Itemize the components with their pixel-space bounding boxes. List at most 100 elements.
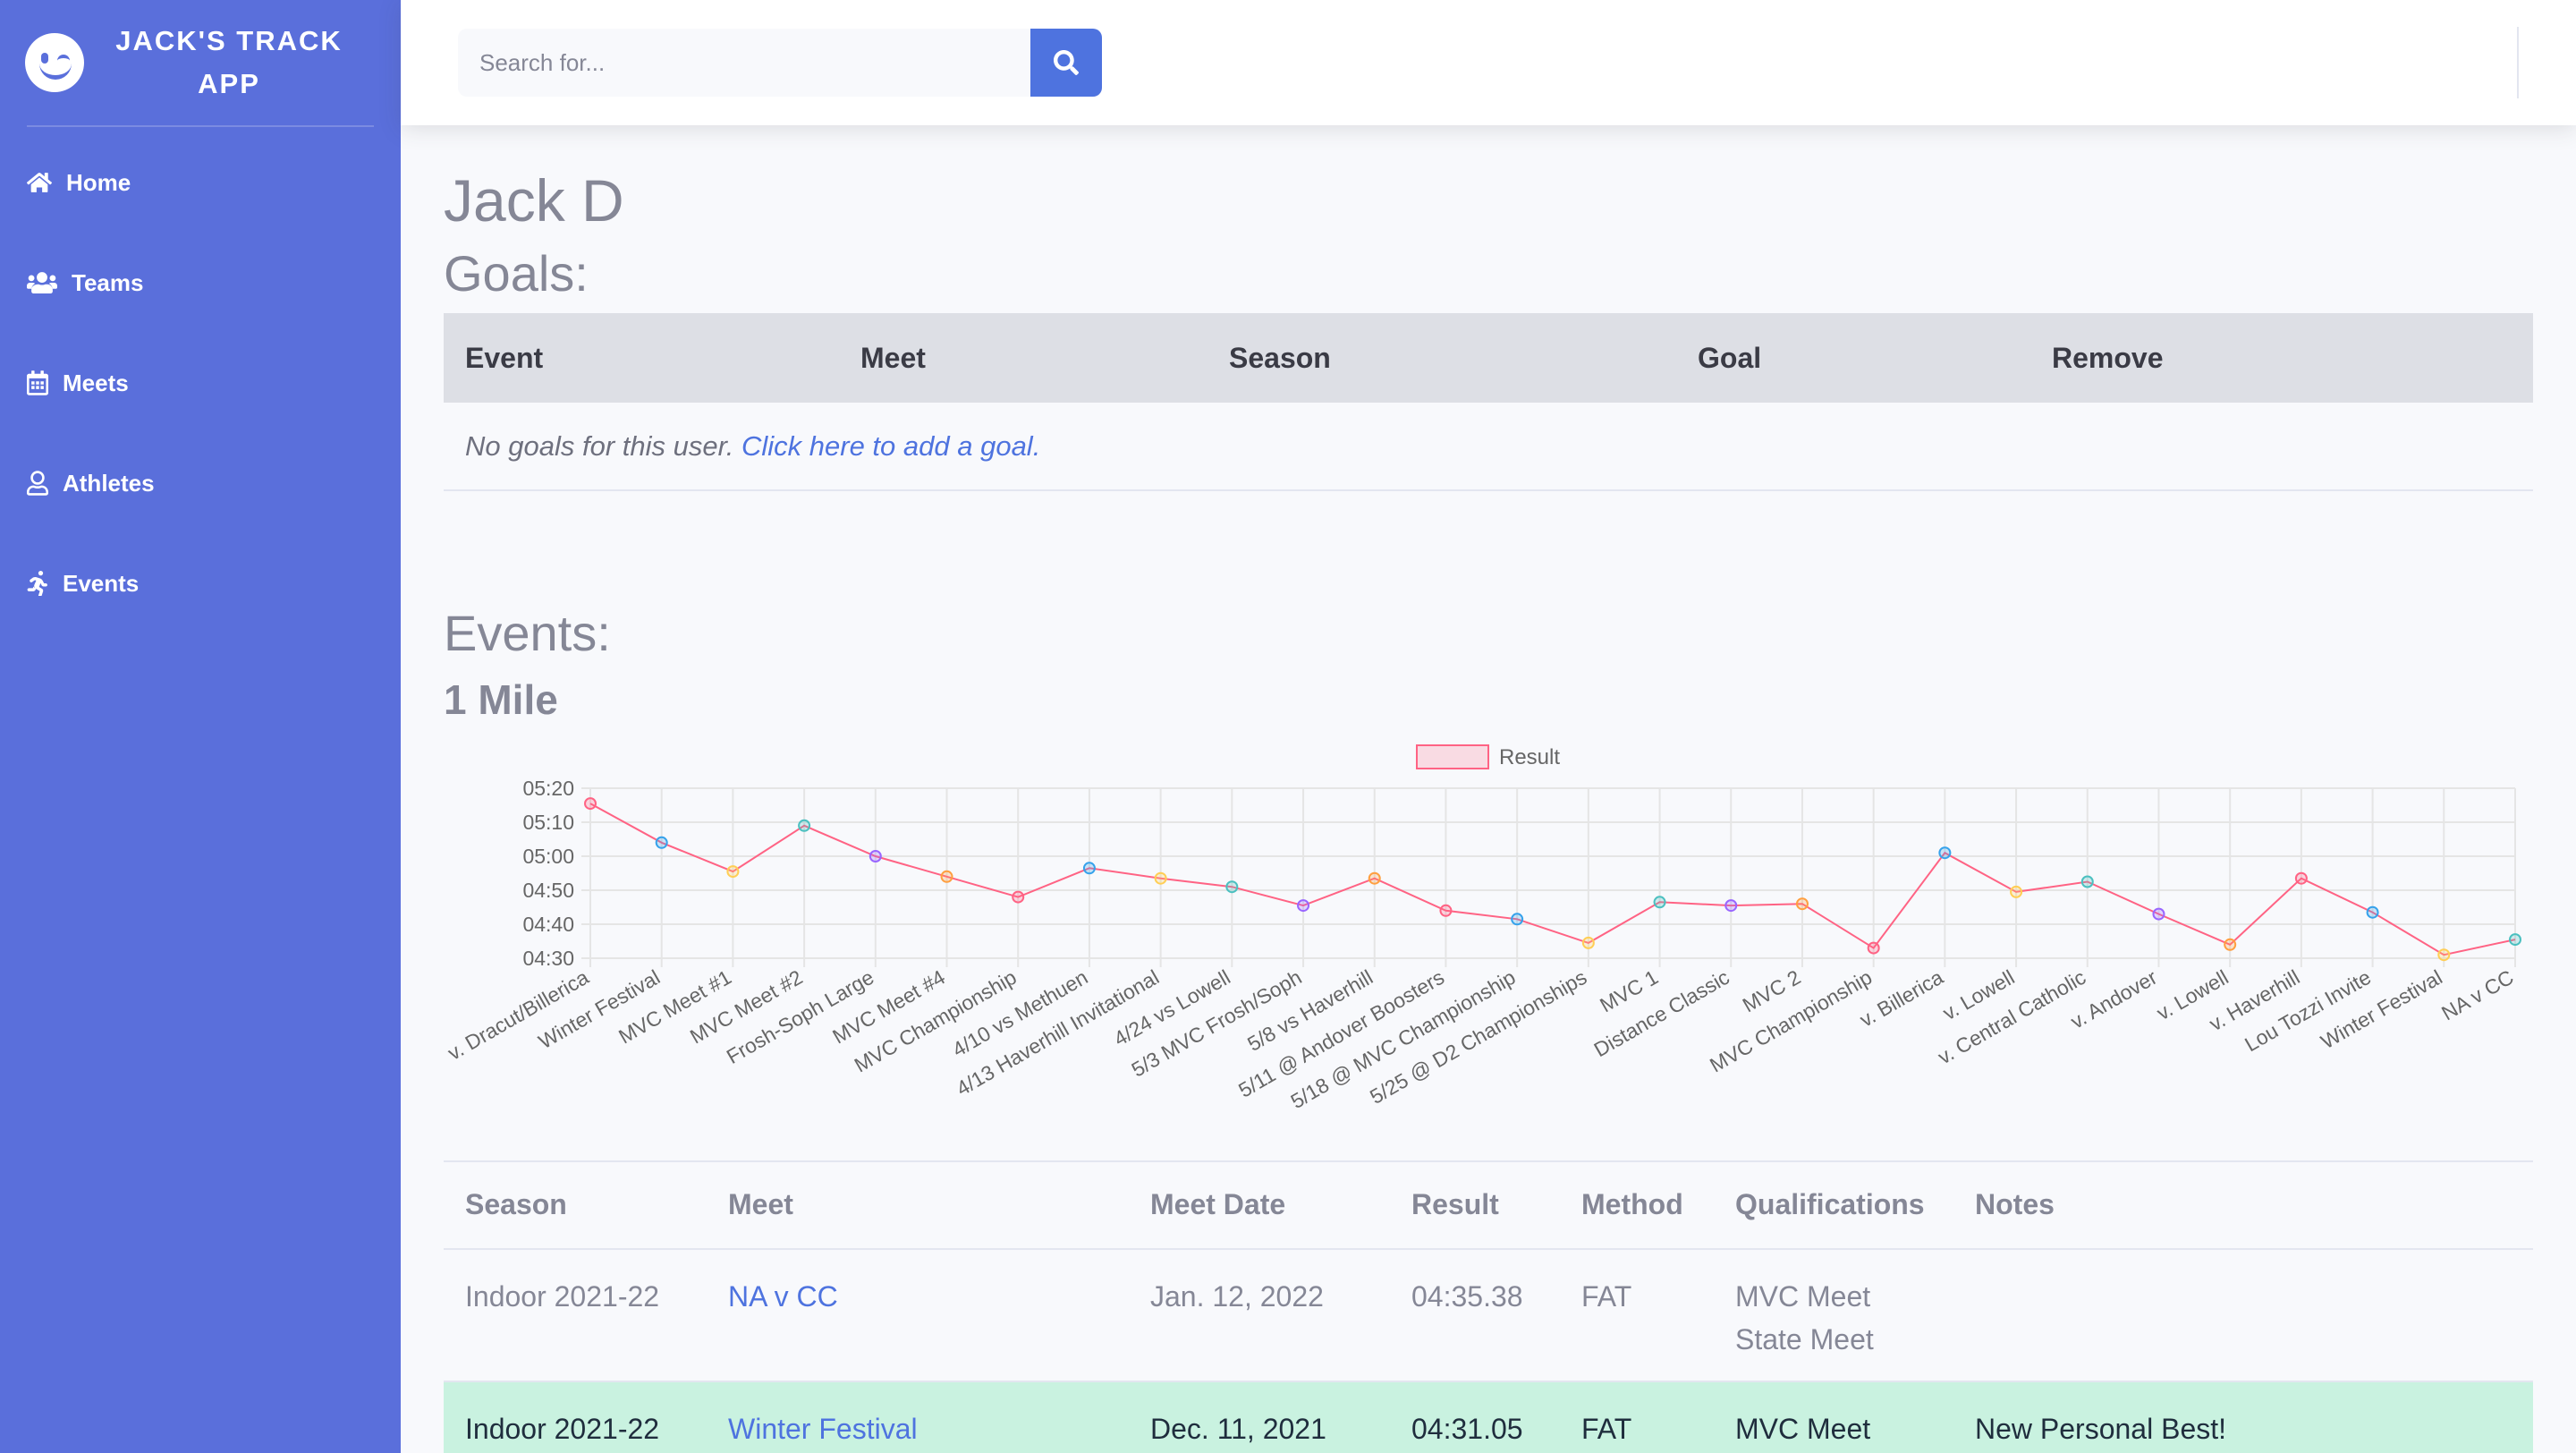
- cell-meet: Winter Festival: [707, 1381, 1129, 1453]
- data-point: [1511, 913, 1524, 926]
- home-icon: [27, 173, 52, 192]
- goals-table: Event Meet Season Goal Remove No goals f…: [444, 313, 2533, 492]
- topbar: [401, 0, 2576, 125]
- data-point: [1154, 871, 1167, 885]
- results-col-result: Result: [1390, 1160, 1560, 1250]
- data-point: [1368, 871, 1381, 885]
- results-line-chart: 04:3004:4004:5005:0005:1005:20v. Dracut/…: [444, 743, 2521, 1113]
- data-point: [869, 849, 882, 862]
- data-point: [1012, 890, 1025, 904]
- sidebar-item-events[interactable]: Events: [0, 533, 401, 633]
- sidebar-item-meets[interactable]: Meets: [0, 333, 401, 433]
- cell-method: FAT: [1560, 1381, 1714, 1453]
- cell-notes: [1953, 1248, 2533, 1382]
- search-button[interactable]: [1030, 29, 1102, 97]
- events-heading: Events:: [444, 605, 611, 662]
- app-title: JACK'S TRACK APP: [115, 25, 343, 99]
- sidebar-item-teams[interactable]: Teams: [0, 233, 401, 333]
- x-tick-label: NA v CC: [2437, 965, 2517, 1025]
- meet-link[interactable]: NA v CC: [728, 1280, 838, 1313]
- sidebar-item-label: Events: [63, 569, 140, 597]
- add-goal-link[interactable]: Click here to add a goal.: [741, 430, 1040, 462]
- data-point: [798, 819, 811, 832]
- table-row: Indoor 2021-22 NA v CC Jan. 12, 2022 04:…: [444, 1248, 2533, 1382]
- sidebar-item-athletes[interactable]: Athletes: [0, 433, 401, 533]
- cell-season: Indoor 2021-22: [444, 1381, 707, 1453]
- legend-swatch: [1416, 743, 1489, 769]
- main-content: Jack D Goals: Event Meet Season Goal Rem…: [444, 125, 2533, 1453]
- x-tick-label: Winter Festival: [2317, 965, 2446, 1054]
- data-point: [940, 870, 953, 883]
- goals-col-remove: Remove: [2030, 313, 2533, 404]
- cell-result: 04:31.05: [1390, 1381, 1560, 1453]
- data-point: [1082, 862, 1096, 875]
- data-point: [726, 864, 740, 878]
- y-tick-label: 05:10: [522, 811, 574, 834]
- results-col-notes: Notes: [1953, 1160, 2533, 1250]
- topbar-divider: [2517, 27, 2519, 98]
- data-point: [1225, 879, 1239, 893]
- sidebar-item-home[interactable]: Home: [0, 132, 401, 233]
- data-point: [1297, 898, 1310, 912]
- search-icon: [1054, 50, 1079, 75]
- cell-season: Indoor 2021-22: [444, 1248, 707, 1382]
- series-line: [589, 803, 2516, 956]
- search-form: [458, 29, 1102, 97]
- goals-col-event: Event: [444, 313, 839, 404]
- y-tick-label: 05:20: [522, 777, 574, 800]
- y-tick-label: 04:50: [522, 879, 574, 902]
- results-col-season: Season: [444, 1160, 707, 1250]
- sidebar: JACK'S TRACK APP Home Teams Meets Athlet…: [0, 0, 401, 1453]
- data-point: [2080, 875, 2094, 888]
- data-point: [2509, 932, 2521, 946]
- data-point: [1581, 936, 1595, 949]
- goals-col-meet: Meet: [839, 313, 1208, 404]
- cell-qualifications: MVC Meet State Meet: [1714, 1248, 1953, 1382]
- results-col-qualifications: Qualifications: [1714, 1160, 1953, 1250]
- users-icon: [27, 272, 57, 294]
- data-point: [1724, 898, 1738, 912]
- data-point: [2152, 907, 2165, 921]
- sidebar-item-label: Athletes: [63, 469, 155, 497]
- cell-method: FAT: [1560, 1248, 1714, 1382]
- data-point: [1653, 896, 1666, 909]
- y-tick-label: 04:40: [522, 913, 574, 936]
- goals-col-season: Season: [1208, 313, 1676, 404]
- x-tick-label: Winter Festival: [534, 965, 664, 1054]
- data-point: [2366, 905, 2379, 919]
- results-col-method: Method: [1560, 1160, 1714, 1250]
- sidebar-item-label: Meets: [63, 369, 129, 396]
- user-icon: [27, 471, 48, 496]
- sidebar-item-label: Teams: [72, 268, 144, 296]
- qualification: State Meet: [1735, 1322, 1874, 1355]
- cell-date: Dec. 11, 2021: [1129, 1381, 1390, 1453]
- event-name: 1 Mile: [444, 676, 558, 723]
- results-col-meet: Meet: [707, 1160, 1129, 1250]
- data-point: [655, 836, 668, 849]
- qualification: MVC Meet: [1735, 1279, 1871, 1313]
- goals-empty-row: No goals for this user. Click here to ad…: [444, 403, 2533, 492]
- data-point: [2010, 885, 2023, 898]
- sidebar-item-label: Home: [66, 168, 131, 196]
- data-point: [2224, 938, 2237, 951]
- y-tick-label: 04:30: [522, 947, 574, 970]
- results-table: Season Meet Meet Date Result Method Qual…: [444, 1160, 2533, 1453]
- data-point: [2437, 947, 2451, 961]
- page-title: Jack D: [444, 167, 624, 234]
- y-tick-label: 05:00: [522, 845, 574, 868]
- data-point: [1938, 845, 1952, 859]
- data-point: [1439, 904, 1453, 917]
- sidebar-divider: [27, 125, 374, 127]
- table-row: Indoor 2021-22 Winter Festival Dec. 11, …: [444, 1381, 2533, 1453]
- data-point: [584, 796, 597, 810]
- goals-heading: Goals:: [444, 244, 589, 302]
- results-col-date: Meet Date: [1129, 1160, 1390, 1250]
- search-input[interactable]: [458, 29, 1030, 97]
- legend-label: Result: [1499, 745, 1560, 769]
- meet-link[interactable]: Winter Festival: [728, 1413, 918, 1445]
- cell-date: Jan. 12, 2022: [1129, 1248, 1390, 1382]
- running-icon: [27, 571, 47, 596]
- brand-link[interactable]: JACK'S TRACK APP: [0, 0, 401, 125]
- results-chart: 04:30 04:40 04:50 05:00 05:10 05:20 v. Dracut/…: [444, 742, 2533, 1153]
- calendar-icon: [27, 370, 48, 395]
